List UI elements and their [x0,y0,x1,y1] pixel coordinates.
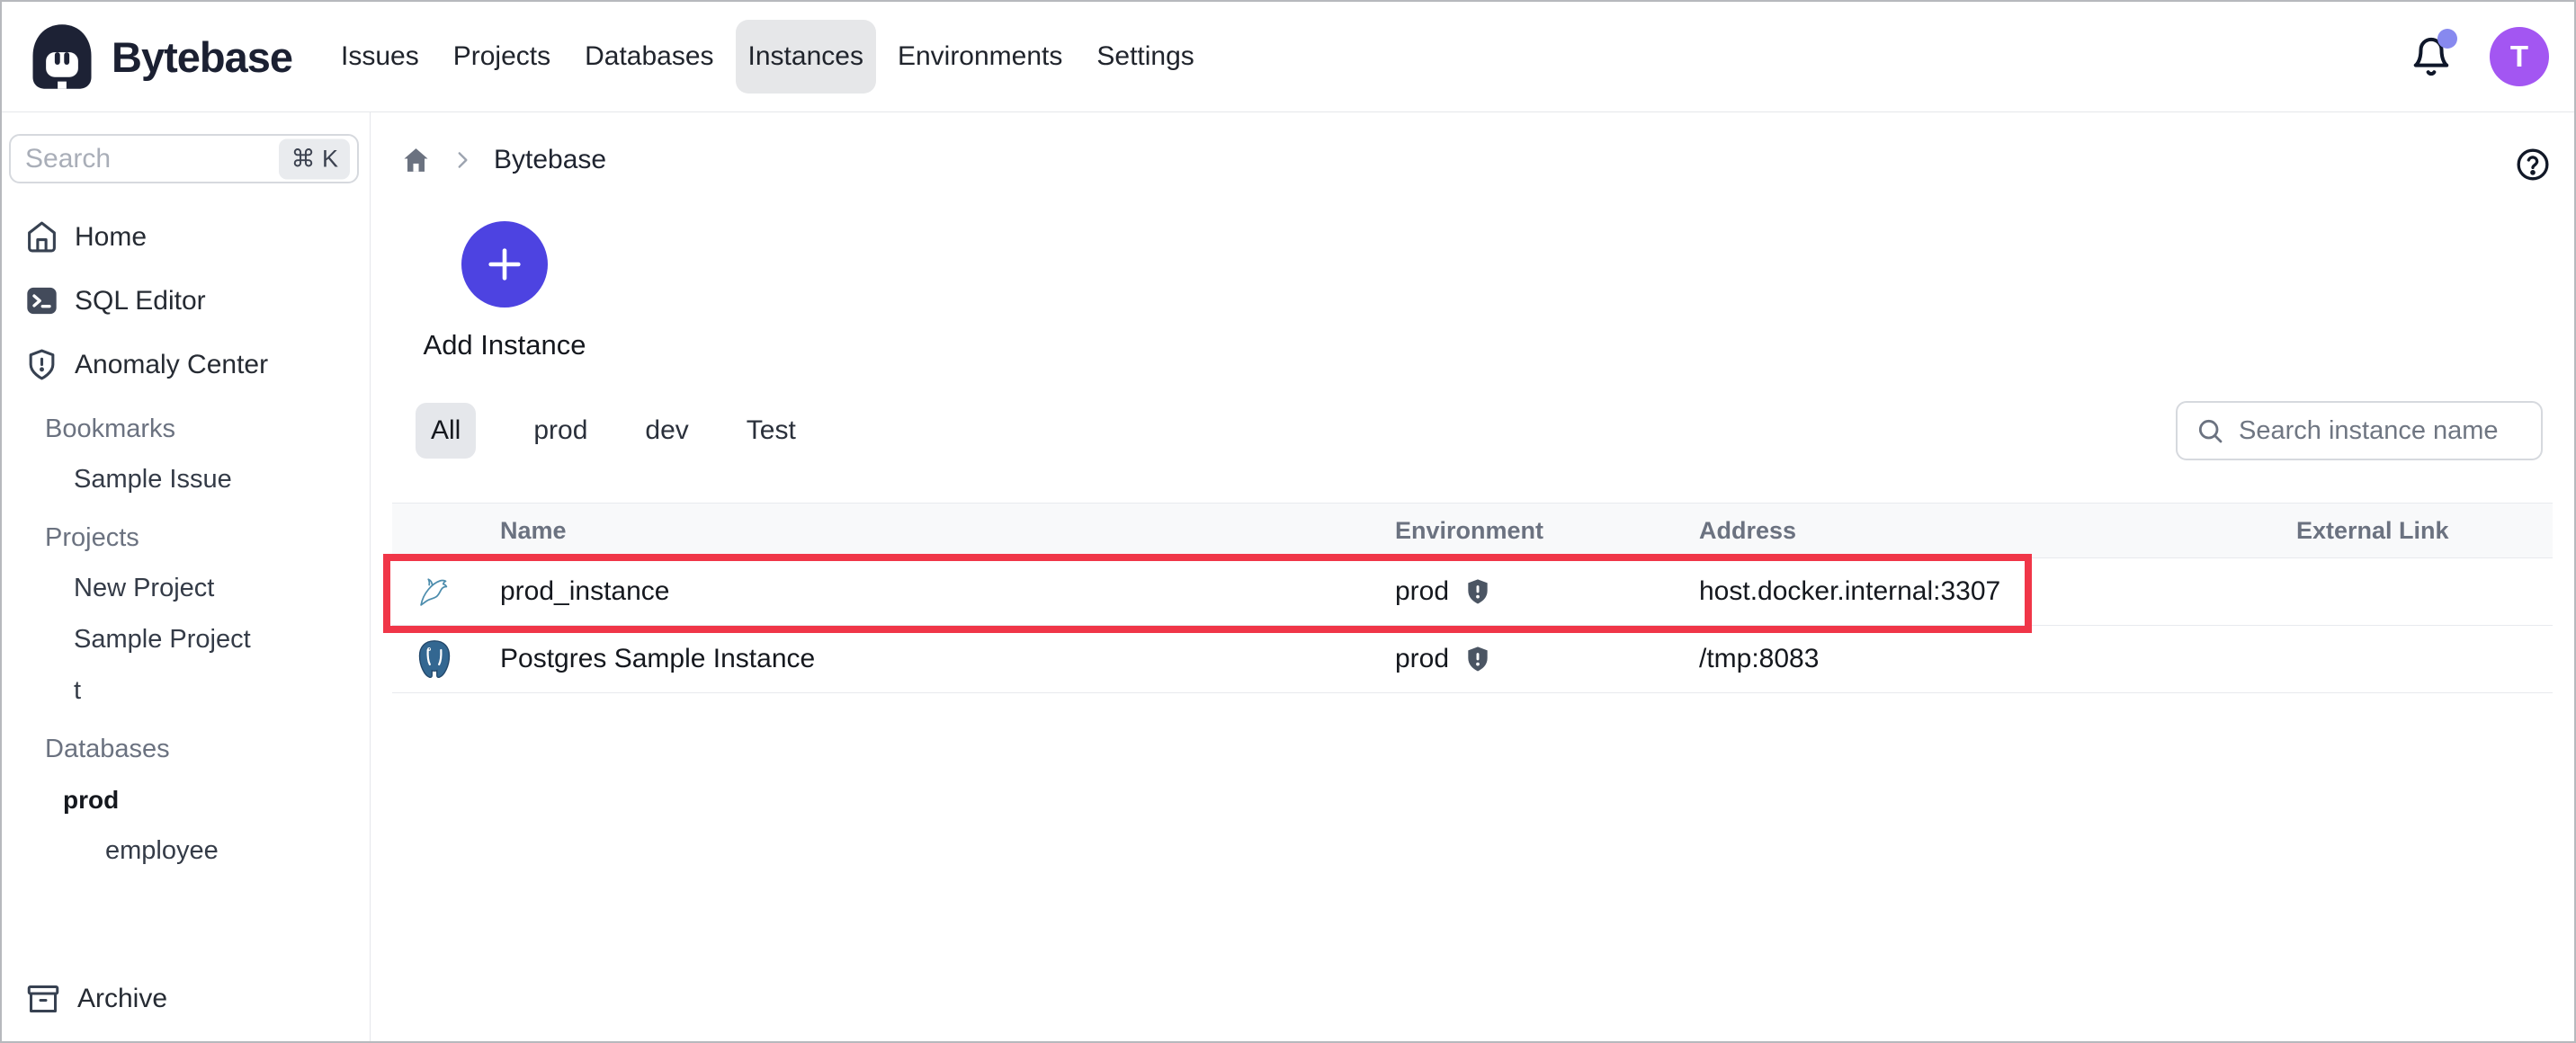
top-navigation-bar: Bytebase Issues Projects Databases Insta… [2,2,2574,112]
header-cell-external-link: External Link [2296,516,2449,544]
header-cell-environment: Environment [1395,516,1544,544]
bookmark-item-sample-issue[interactable]: Sample Issue [2,454,370,505]
shield-alert-icon [29,349,55,380]
add-instance-label: Add Instance [423,329,586,361]
section-header-databases: Databases [45,734,170,763]
bytebase-logo-icon [32,24,92,89]
instance-name: Postgres Sample Instance [500,644,816,673]
project-item-new-project[interactable]: New Project [2,563,370,614]
tab-prod[interactable]: prod [533,415,587,446]
sidebar-item-label: Archive [77,984,168,1013]
breadcrumb-home-button[interactable] [401,146,431,175]
table-row[interactable]: prod_instance prod host.docker.internal:… [392,558,2553,626]
instance-address: /tmp:8083 [1699,644,1820,673]
top-menu: Issues Projects Databases Instances Envi… [328,20,1207,94]
header-cell-name: Name [500,516,567,544]
breadcrumb: Bytebase [401,145,606,175]
environment-name: prod [1395,576,1450,606]
project-item-sample-project[interactable]: Sample Project [2,614,370,665]
table-row[interactable]: Postgres Sample Instance prod /tmp:8083 [392,626,2553,693]
engine-icon-cell [392,572,500,611]
command-k-shortcut: ⌘ K [279,138,350,179]
instance-address: host.docker.internal:3307 [1699,576,2001,606]
database-item-employee[interactable]: employee [2,825,370,877]
main-content: Bytebase Add Instance All prod dev Test [371,112,2574,1041]
environment-tabs: All prod dev Test [416,402,796,459]
add-instance: Add Instance [416,221,594,361]
nav-item-projects[interactable]: Projects [441,20,563,94]
sidebar: ⌘ K Home SQL Editor [2,112,371,1041]
nav-item-environments[interactable]: Environments [885,20,1075,94]
shield-protected-icon [1468,646,1488,672]
sidebar-item-home[interactable]: Home [2,205,370,269]
section-header-projects: Projects [45,522,139,552]
tab-test[interactable]: Test [747,415,796,446]
help-button[interactable] [2515,147,2551,183]
notifications-button[interactable] [2411,29,2457,77]
plus-icon [488,248,521,281]
add-instance-button[interactable] [461,221,548,308]
header-cell-address: Address [1699,516,1797,544]
shield-protected-icon [1468,579,1488,604]
breadcrumb-current[interactable]: Bytebase [494,145,606,175]
table-header-row: Name Environment Address External Link [392,503,2553,558]
topbar-right-cluster: T [2411,27,2549,86]
instance-search-box [2176,401,2543,460]
nav-item-issues[interactable]: Issues [328,20,432,94]
database-env-prod[interactable]: prod [2,774,370,825]
terminal-icon [27,287,57,315]
sidebar-search: ⌘ K [9,134,359,183]
section-header-bookmarks: Bookmarks [45,414,176,443]
home-icon [404,147,428,172]
environment-name: prod [1395,644,1450,673]
instance-search-input[interactable] [2239,415,2530,446]
app-window: Bytebase Issues Projects Databases Insta… [0,0,2576,1043]
archive-icon [27,985,59,1012]
sidebar-item-label: Home [75,221,148,252]
environment-cell: prod [1395,644,1699,674]
help-circle-icon [2517,148,2549,181]
mysql-icon [420,578,448,606]
sidebar-item-archive[interactable]: Archive [2,964,370,1034]
sidebar-item-label: SQL Editor [75,285,206,316]
sidebar-item-sql-editor[interactable]: SQL Editor [2,269,370,333]
sidebar-primary-list: Home SQL Editor Anomaly Center [2,205,370,397]
instances-table: Name Environment Address External Link p… [392,503,2553,693]
search-icon [2198,419,2223,443]
tab-dev[interactable]: dev [645,415,688,446]
instance-name: prod_instance [500,576,670,606]
nav-item-settings[interactable]: Settings [1084,20,1206,94]
nav-item-instances[interactable]: Instances [735,20,876,94]
notification-dot [2437,29,2457,49]
home-icon [28,221,56,253]
environment-cell: prod [1395,576,1699,607]
sidebar-item-anomaly-center[interactable]: Anomaly Center [2,333,370,397]
project-item-t[interactable]: t [2,665,370,717]
postgres-icon [418,640,451,678]
sidebar-item-label: Anomaly Center [75,349,269,379]
nav-item-databases[interactable]: Databases [572,20,726,94]
chevron-right-icon [451,148,474,172]
tab-all[interactable]: All [416,403,477,459]
bytebase-logo[interactable]: Bytebase [27,22,293,92]
brand-name: Bytebase [112,32,293,81]
avatar[interactable]: T [2490,27,2549,86]
engine-icon-cell [392,639,500,679]
